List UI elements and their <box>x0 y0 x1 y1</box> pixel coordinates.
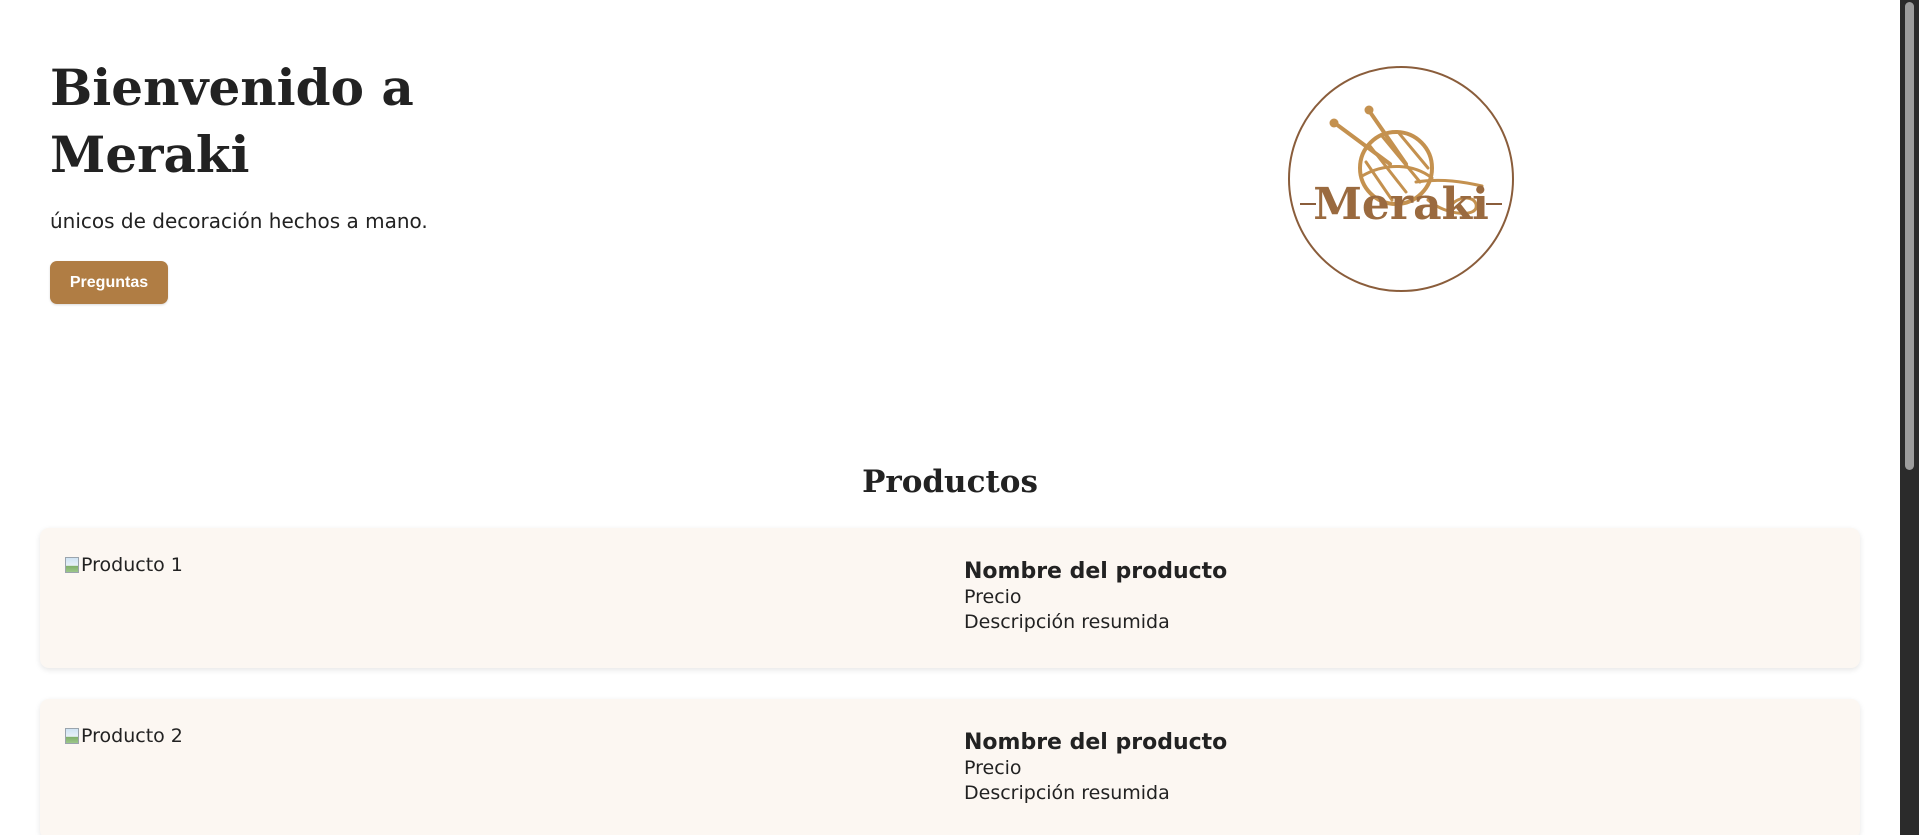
broken-image-icon <box>65 728 79 744</box>
product-name: Nombre del producto <box>964 559 1228 584</box>
hero-subtitle: únicos de decoración hechos a mano. <box>50 209 428 233</box>
page: Bienvenido a Meraki únicos de decoración… <box>0 0 1900 835</box>
product-card[interactable]: Producto 2 Nombre del producto Precio De… <box>40 699 1860 835</box>
product-price: Precio <box>964 757 1022 779</box>
browser-viewport: Bienvenido a Meraki únicos de decoración… <box>0 0 1919 835</box>
product-image-alt: Producto 1 <box>81 554 183 576</box>
preguntas-button[interactable]: Preguntas <box>50 261 168 304</box>
vertical-scrollbar[interactable] <box>1900 0 1919 835</box>
products-section-title: Productos <box>862 464 1038 500</box>
product-description: Descripción resumida <box>964 782 1170 804</box>
product-info: Nombre del producto Precio Descripción r… <box>964 729 1227 806</box>
product-image-alt: Producto 2 <box>81 725 183 747</box>
broken-image-icon <box>65 557 79 573</box>
logo-text: Meraki <box>1313 179 1489 230</box>
product-name: Nombre del producto <box>964 730 1228 755</box>
product-description: Descripción resumida <box>964 611 1170 633</box>
scrollbar-thumb[interactable] <box>1905 2 1914 470</box>
meraki-logo: Meraki <box>1288 66 1514 292</box>
product-price: Precio <box>964 586 1022 608</box>
hero-title: Bienvenido a Meraki <box>50 58 414 184</box>
product-info: Nombre del producto Precio Descripción r… <box>964 558 1227 635</box>
product-image: Producto 1 <box>65 553 183 577</box>
product-card[interactable]: Producto 1 Nombre del producto Precio De… <box>40 528 1860 668</box>
product-image: Producto 2 <box>65 724 183 748</box>
